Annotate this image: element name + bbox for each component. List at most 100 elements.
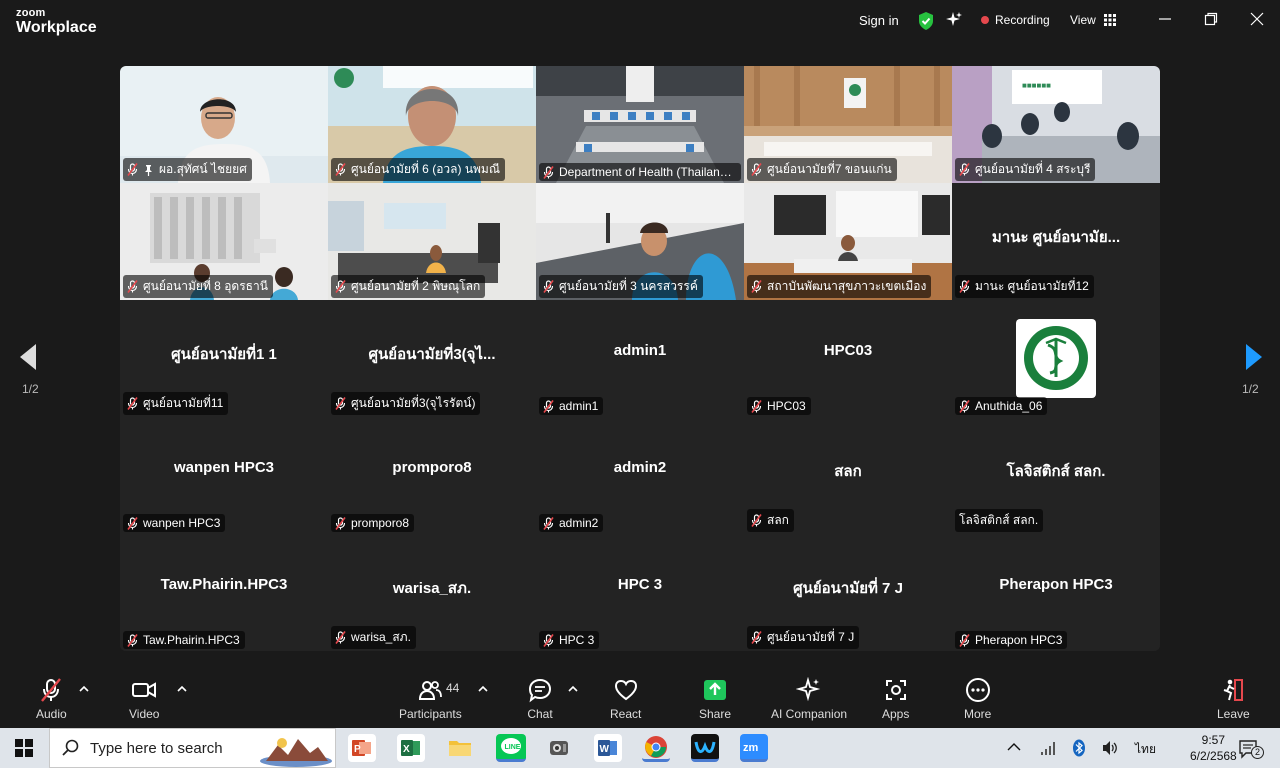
taskbar-clock[interactable]: 9:57 6/2/2568: [1190, 732, 1237, 764]
more-ellipsis-icon: [965, 678, 990, 702]
leave-button[interactable]: Leave: [1217, 677, 1250, 721]
microphone-muted-icon: [543, 165, 554, 179]
participant-name-tag: ศูนย์อนามัยที่3(จุไรรัตน์): [331, 392, 481, 415]
participant-tile[interactable]: ศูนย์อนามัยที่ 2 พิษณุโลก: [328, 183, 536, 300]
participants-options-chevron-up-icon[interactable]: [478, 685, 488, 693]
windows-start-icon[interactable]: [15, 739, 33, 757]
audio-label: Audio: [36, 707, 67, 721]
sign-in-button[interactable]: Sign in: [859, 13, 899, 28]
audio-options-chevron-up-icon[interactable]: [79, 685, 89, 693]
more-label: More: [964, 707, 992, 721]
video-options-chevron-up-icon[interactable]: [177, 685, 187, 693]
participant-tile[interactable]: admin2 admin2: [536, 417, 744, 534]
svg-text:■■■■■■: ■■■■■■: [1022, 81, 1051, 90]
participant-tile[interactable]: wanpen HPC3 wanpen HPC3: [120, 417, 328, 534]
ministry-of-public-health-logo: MINISTRY OF PUBLIC HEALTH: [1016, 319, 1096, 398]
zoom-app-icon[interactable]: zm: [740, 734, 768, 762]
participant-tile[interactable]: ศูนย์อนามัยที่ 7 J ศูนย์อนามัยที่ 7 J: [744, 534, 952, 651]
participant-tile[interactable]: Pherapon HPC3 Pherapon HPC3: [952, 534, 1160, 651]
participant-tile[interactable]: โลจิสติกส์ สลก. โลจิสติกส์ สลก.: [952, 417, 1160, 534]
participant-name-label: warisa_สภ.: [351, 630, 411, 644]
participant-tile[interactable]: promporo8 promporo8: [328, 417, 536, 534]
restore-icon[interactable]: [1204, 12, 1218, 26]
participant-tile[interactable]: warisa_สภ. warisa_สภ.: [328, 534, 536, 651]
participant-tile[interactable]: admin1 admin1: [536, 300, 744, 417]
line-app-icon[interactable]: LINE: [496, 734, 526, 762]
search-highlight-illustration-icon: [260, 738, 332, 767]
input-language-indicator[interactable]: ไทย: [1135, 740, 1156, 759]
participant-name-tag: admin1: [539, 397, 604, 415]
participant-name-tag: admin2: [539, 514, 604, 532]
microphone-muted-icon: [751, 280, 762, 293]
participant-name-tag: สลก: [747, 509, 794, 532]
microphone-muted-icon: [751, 163, 762, 176]
speaker-volume-icon[interactable]: [1101, 740, 1119, 756]
bluetooth-icon[interactable]: [1072, 739, 1086, 757]
participant-name-label: admin1: [559, 399, 599, 413]
participant-tile[interactable]: ศูนย์อนามัยที่1 1 ศูนย์อนามัยที่11: [120, 300, 328, 417]
participant-tile[interactable]: HPC03 HPC03: [744, 300, 952, 417]
heart-icon: [614, 679, 637, 701]
chat-button[interactable]: Chat: [527, 677, 553, 721]
taskbar-search-box[interactable]: Type here to search: [49, 728, 336, 768]
svg-text:X: X: [403, 744, 410, 755]
participant-tile[interactable]: สลก สลก: [744, 417, 952, 534]
participant-tile[interactable]: ศูนย์อนามัยที่7 ขอนแก่น: [744, 66, 952, 183]
webcam-app-icon[interactable]: [545, 734, 573, 762]
view-button[interactable]: View: [1070, 13, 1116, 27]
search-placeholder: Type here to search: [90, 739, 223, 757]
participant-tile[interactable]: Taw.Phairin.HPC3 Taw.Phairin.HPC3: [120, 534, 328, 651]
participant-name-tag: มานะ ศูนย์อนามัยที่12: [955, 275, 1094, 298]
ai-companion-button[interactable]: AI Companion: [771, 677, 847, 721]
webex-app-icon[interactable]: [691, 734, 719, 762]
close-icon[interactable]: [1250, 12, 1264, 26]
participant-tile[interactable]: มานะ ศูนย์อนามัย... มานะ ศูนย์อนามัยที่12: [952, 183, 1160, 300]
show-hidden-icons-chevron-up-icon[interactable]: [1007, 742, 1021, 752]
apps-button[interactable]: Apps: [882, 677, 909, 721]
participant-display-name: ศูนย์อนามัยที่ 7 J: [793, 580, 903, 597]
participant-tile[interactable]: ผอ.สุทัศน์ ไชยยศ: [120, 66, 328, 183]
video-gallery: ผอ.สุทัศน์ ไชยยศ ศูนย์อนามัยที่ 6 (อวล) น…: [120, 66, 1160, 651]
word-app-icon[interactable]: W: [594, 734, 622, 762]
participant-tile[interactable]: สถาบันพัฒนาสุขภาวะเขตเมือง: [744, 183, 952, 300]
ai-companion-sparkle-icon: [796, 677, 821, 702]
participant-display-name: promporo8: [392, 459, 472, 476]
chat-options-chevron-up-icon[interactable]: [568, 685, 578, 693]
more-button[interactable]: More: [964, 677, 991, 721]
svg-text:W: W: [600, 744, 610, 755]
participant-tile[interactable]: ■■■■■■ ศูนย์อนามัยที่ 4 สระบุรี: [952, 66, 1160, 183]
share-button[interactable]: Share: [699, 677, 731, 721]
participant-tile[interactable]: MINISTRY OF PUBLIC HEALTHAnuthida_06: [952, 300, 1160, 417]
minimize-icon[interactable]: [1158, 12, 1172, 26]
microphone-muted-icon: [127, 397, 138, 410]
page-indicator-left: 1/2: [22, 382, 39, 396]
react-button[interactable]: React: [610, 677, 641, 721]
participant-tile[interactable]: HPC 3 HPC 3: [536, 534, 744, 651]
security-shield-icon[interactable]: [917, 11, 935, 31]
grid-view-icon: [1103, 14, 1116, 26]
next-page-arrow-icon[interactable]: [1238, 340, 1268, 380]
participant-tile[interactable]: ศูนย์อนามัยที่ 6 (อวล) นพมณี: [328, 66, 536, 183]
participants-icon: [419, 681, 443, 700]
ai-companion-label: AI Companion: [771, 707, 848, 721]
title-bar: zoom Workplace Sign in Recording View: [0, 0, 1280, 44]
participant-name-label: HPC 3: [559, 633, 595, 647]
chrome-browser-icon[interactable]: [642, 734, 670, 762]
participant-tile[interactable]: Department of Health (Thailand) ...: [536, 66, 744, 183]
participant-tile[interactable]: ศูนย์อนามัยที่ 3 นครสวรรค์: [536, 183, 744, 300]
recording-indicator[interactable]: Recording: [981, 13, 1050, 27]
excel-app-icon[interactable]: X: [397, 734, 425, 762]
participant-name-tag: ศูนย์อนามัยที่ 4 สระบุรี: [955, 158, 1096, 181]
file-explorer-icon[interactable]: [446, 734, 474, 762]
video-button[interactable]: Video: [129, 677, 159, 721]
microphone-muted-icon: [751, 631, 762, 644]
participant-tile[interactable]: ศูนย์อนามัยที่ 8 อุดรธานี: [120, 183, 328, 300]
audio-button[interactable]: Audio: [36, 677, 67, 721]
ai-sparkle-icon[interactable]: [945, 11, 963, 29]
network-signal-icon[interactable]: [1040, 740, 1056, 756]
participant-tile[interactable]: ศูนย์อนามัยที่3(จุไ... ศูนย์อนามัยที่3(จุ…: [328, 300, 536, 417]
participant-display-name: wanpen HPC3: [173, 459, 275, 476]
powerpoint-app-icon[interactable]: P: [348, 734, 376, 762]
react-label: React: [610, 707, 642, 721]
previous-page-arrow-icon[interactable]: [14, 340, 44, 380]
